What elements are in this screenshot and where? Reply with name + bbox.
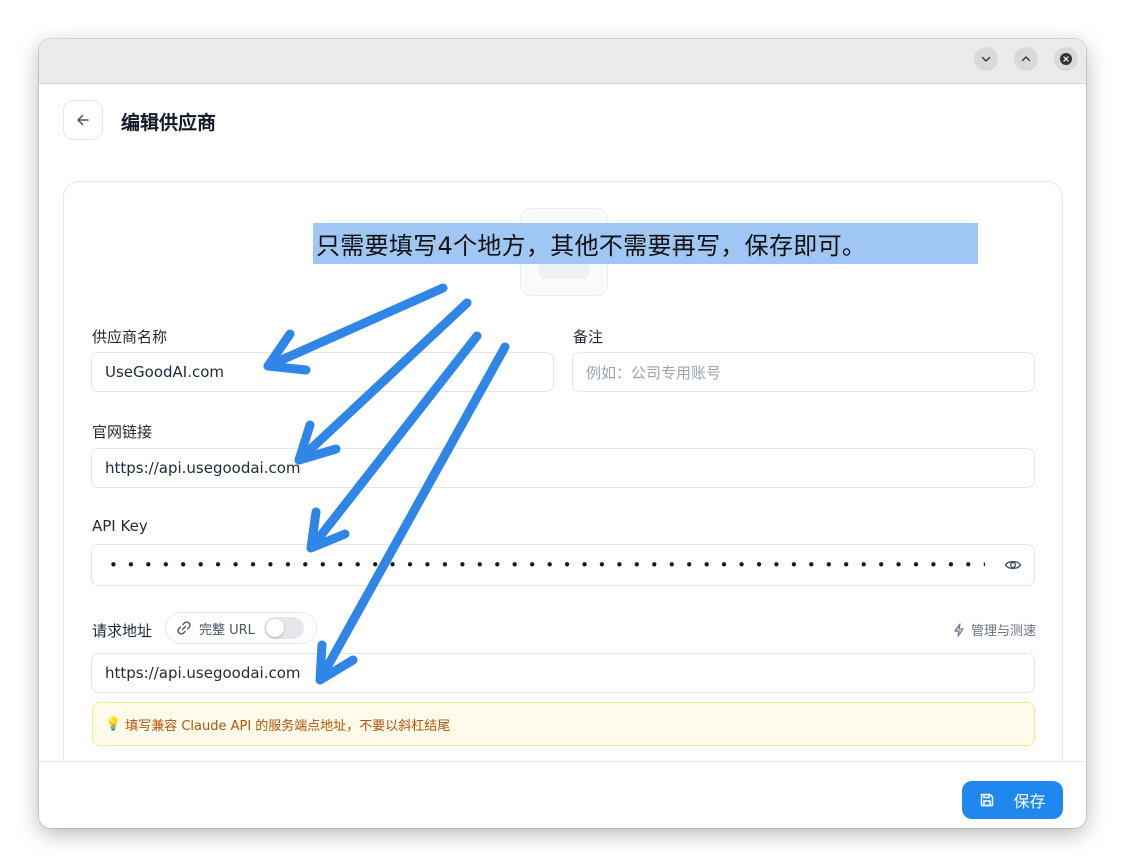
- website-input[interactable]: https://api.usegoodai.com: [91, 448, 1035, 488]
- save-button[interactable]: 保存: [962, 781, 1063, 819]
- request-url-tip: 💡 填写兼容 Claude API 的服务端点地址，不要以斜杠结尾: [92, 702, 1035, 746]
- provider-form-card: 供应商名称 UseGoodAI.com 备注 例如：公司专用账号 官网链接 ht…: [63, 181, 1063, 821]
- full-url-switch[interactable]: [264, 617, 304, 639]
- lightning-icon: [954, 622, 964, 637]
- close-button[interactable]: [1054, 47, 1078, 71]
- link-icon: [177, 621, 191, 635]
- provider-name-label: 供应商名称: [92, 328, 168, 346]
- close-icon: [1060, 53, 1072, 65]
- title-bar: [39, 39, 1086, 84]
- chevron-down-icon: [981, 56, 991, 62]
- annotation-instruction-text: 只需要填写4个地方，其他不需要再写，保存即可。: [313, 223, 978, 264]
- page-header: 编辑供应商: [39, 84, 1086, 174]
- minimize-button[interactable]: [974, 47, 998, 71]
- website-label: 官网链接: [92, 423, 153, 441]
- eye-icon[interactable]: [1004, 556, 1022, 574]
- save-label: 保存: [1013, 792, 1046, 811]
- arrow-left-icon: [77, 114, 89, 126]
- chevron-up-icon: [1021, 56, 1031, 62]
- full-url-label: 完整 URL: [199, 622, 255, 638]
- request-url-tip-text: 填写兼容 Claude API 的服务端点地址，不要以斜杠结尾: [125, 718, 451, 734]
- maximize-button[interactable]: [1014, 47, 1038, 71]
- save-icon: [981, 793, 994, 807]
- api-key-input[interactable]: ••••••••••••••••••••••••••••••••••••••••…: [91, 544, 1035, 586]
- notes-label: 备注: [573, 328, 604, 346]
- manage-speedtest-label: 管理与测速: [970, 624, 1036, 639]
- request-url-input[interactable]: https://api.usegoodai.com: [91, 653, 1035, 693]
- provider-name-input[interactable]: UseGoodAI.com: [91, 352, 554, 392]
- page-title: 编辑供应商: [121, 112, 217, 134]
- notes-input[interactable]: 例如：公司专用账号: [572, 352, 1035, 392]
- app-window: 编辑供应商 供应商名称 UseGoodAI.com 备注 例如：公司专用账号 官…: [39, 39, 1086, 828]
- footer-bar: 保存: [39, 761, 1086, 828]
- full-url-toggle-group: 完整 URL: [165, 612, 317, 644]
- lightbulb-icon: 💡: [105, 716, 122, 732]
- full-url-switch-knob: [266, 619, 284, 637]
- api-key-label: API Key: [92, 517, 148, 535]
- request-url-label: 请求地址: [92, 622, 153, 640]
- api-key-masked-value: ••••••••••••••••••••••••••••••••••••••••…: [109, 556, 985, 574]
- manage-speedtest-link[interactable]: 管理与测速: [952, 620, 1036, 639]
- back-button[interactable]: [63, 100, 103, 140]
